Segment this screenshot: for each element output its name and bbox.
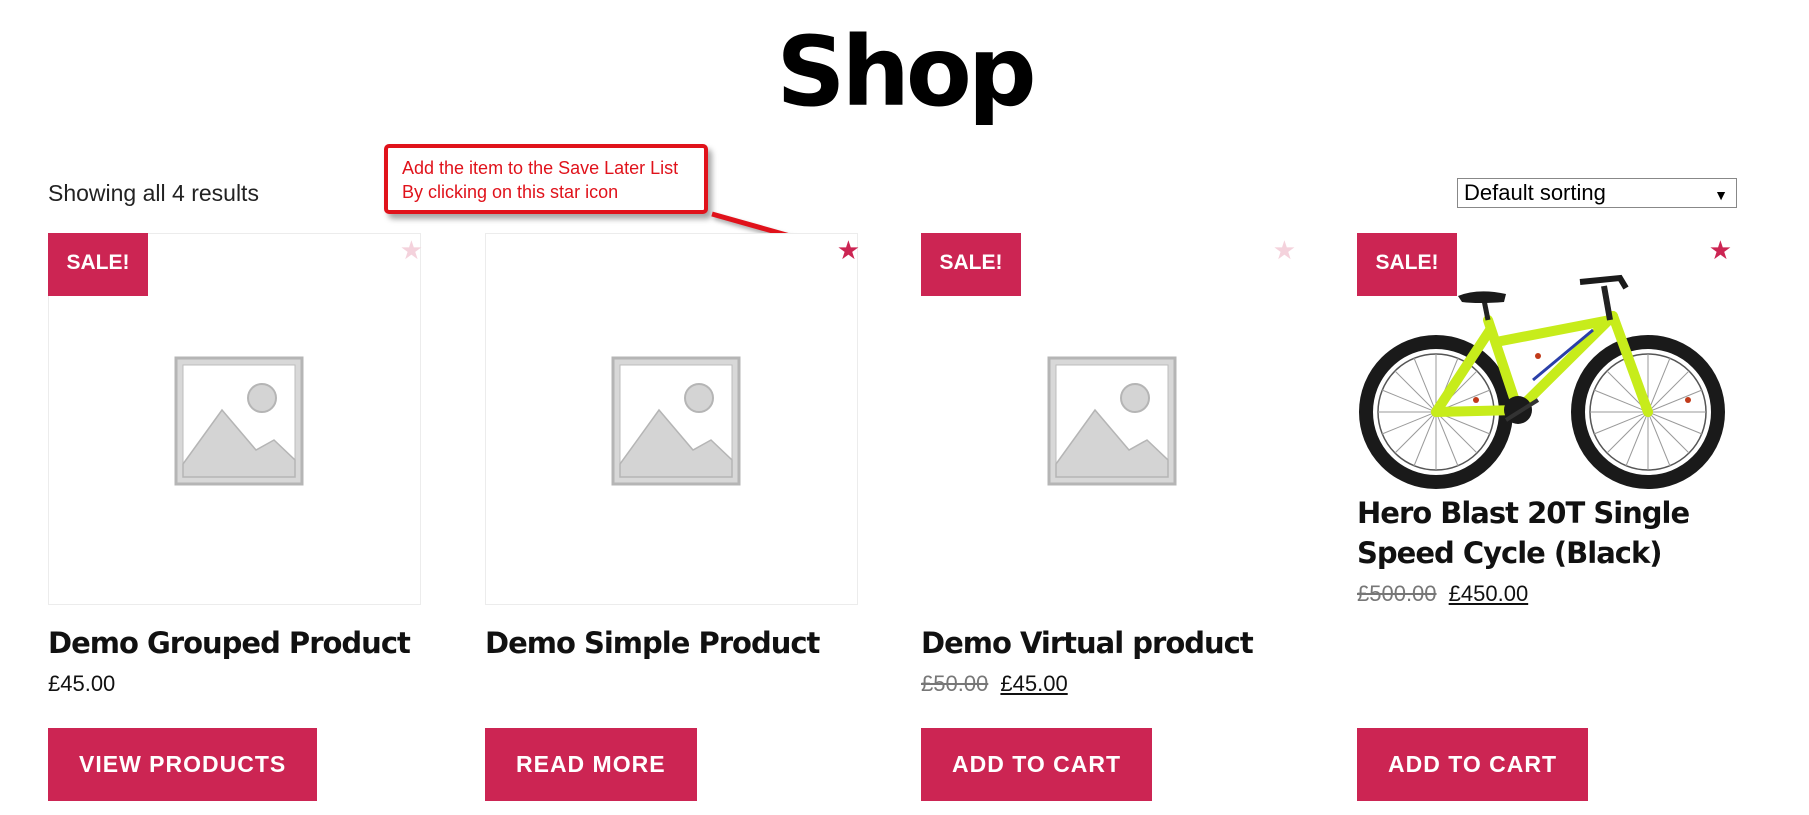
save-later-star-icon[interactable]: ★ bbox=[837, 237, 860, 263]
sale-badge: SALE! bbox=[921, 233, 1021, 296]
chevron-down-icon: ▼ bbox=[1714, 187, 1728, 203]
read-more-button[interactable]: READ MORE bbox=[485, 728, 697, 801]
callout-line-2: By clicking on this star icon bbox=[402, 182, 619, 202]
price-value: £45.00 bbox=[48, 671, 116, 696]
bicycle-image bbox=[1359, 274, 1725, 489]
view-products-button[interactable]: VIEW PRODUCTS bbox=[48, 728, 318, 801]
image-placeholder-icon bbox=[1047, 356, 1177, 486]
sale-badge: SALE! bbox=[48, 233, 148, 296]
sale-badge: SALE! bbox=[1357, 233, 1457, 296]
image-placeholder-icon bbox=[611, 356, 741, 486]
save-later-star-icon[interactable]: ★ bbox=[400, 237, 423, 263]
result-count: Showing all 4 results bbox=[48, 180, 259, 206]
page-title: Shop bbox=[776, 16, 1036, 128]
product-card: SALE! ★ Demo Virtual product £50.00 £45.… bbox=[921, 233, 1296, 801]
product-image[interactable] bbox=[485, 233, 858, 605]
sorting-selected-value: Default sorting bbox=[1464, 180, 1606, 205]
save-later-star-icon[interactable]: ★ bbox=[1709, 237, 1732, 263]
callout-line-1: Add the item to the Save Later List bbox=[402, 158, 679, 178]
product-card: ★ Demo Simple Product READ MORE bbox=[485, 233, 860, 801]
image-placeholder-icon bbox=[174, 356, 304, 486]
sale-price: £450.00 bbox=[1448, 581, 1529, 606]
product-card: SALE! ★ Demo Grouped Product £45.00 VIEW… bbox=[48, 233, 423, 801]
product-title[interactable]: Hero Blast 20T Single Speed Cycle (Black… bbox=[1357, 493, 1730, 573]
add-to-cart-button[interactable]: ADD TO CART bbox=[1357, 728, 1589, 801]
regular-price: £50.00 bbox=[921, 671, 989, 696]
add-to-cart-button[interactable]: ADD TO CART bbox=[921, 728, 1153, 801]
product-price: £45.00 bbox=[48, 671, 115, 697]
annotation-callout: Add the item to the Save Later List By c… bbox=[384, 144, 708, 214]
product-title[interactable]: Demo Grouped Product bbox=[48, 623, 421, 663]
product-title[interactable]: Demo Virtual product bbox=[921, 623, 1294, 663]
product-price: £50.00 £45.00 bbox=[921, 671, 1068, 697]
product-card: SALE! ★ Hero Blast 20T Single Speed Cycl… bbox=[1357, 233, 1732, 801]
sale-price: £45.00 bbox=[1000, 671, 1068, 696]
sorting-select[interactable]: Default sorting ▼ bbox=[1457, 178, 1737, 208]
save-later-star-icon[interactable]: ★ bbox=[1273, 237, 1296, 263]
product-title[interactable]: Demo Simple Product bbox=[485, 623, 858, 663]
regular-price: £500.00 bbox=[1357, 581, 1437, 606]
product-price: £500.00 £450.00 bbox=[1357, 581, 1528, 607]
